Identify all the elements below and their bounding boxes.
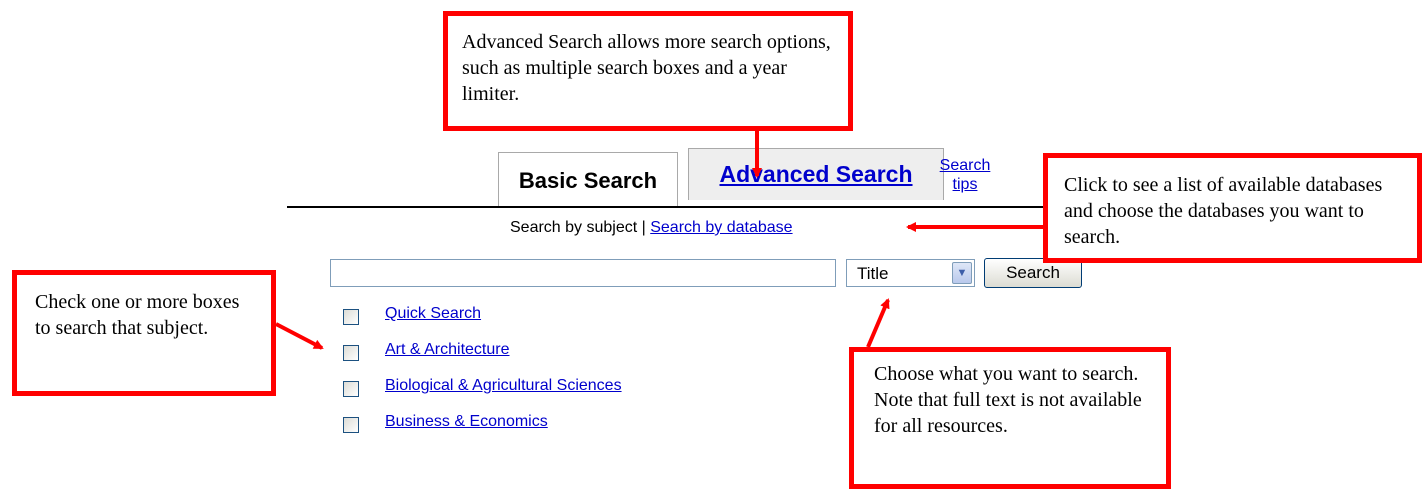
- callout-arrows: [275, 131, 1043, 350]
- arrow-to-checkboxes: [275, 322, 324, 350]
- arrow-to-field-select: [866, 298, 890, 348]
